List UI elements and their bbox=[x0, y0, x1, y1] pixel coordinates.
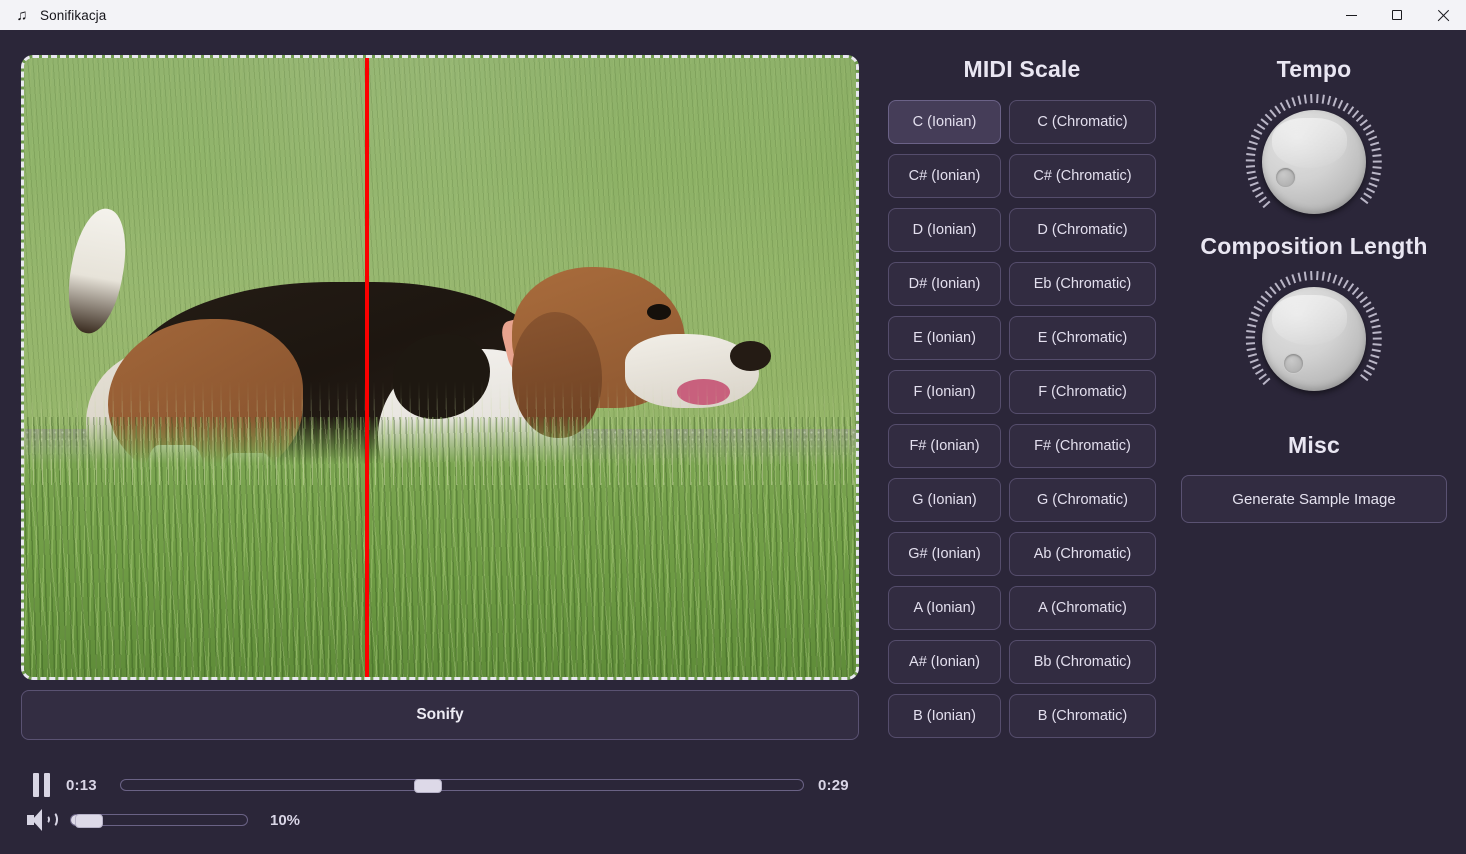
transport-bar: 0:13 0:29 10% bbox=[24, 768, 859, 838]
generate-sample-image-button[interactable]: Generate Sample Image bbox=[1181, 475, 1447, 523]
scale-button-e-ionian[interactable]: E (Ionian) bbox=[888, 316, 1001, 360]
progress-track bbox=[120, 779, 804, 793]
minimize-icon bbox=[1345, 14, 1357, 16]
window-controls bbox=[1328, 0, 1466, 30]
playback-row: 0:13 0:29 bbox=[24, 768, 859, 802]
window-title: Sonifikacja bbox=[40, 7, 107, 23]
scale-button-c-ionian[interactable]: C (Ionian) bbox=[888, 100, 1001, 144]
scale-button-e-chromatic[interactable]: E (Chromatic) bbox=[1009, 316, 1156, 360]
scale-button-f-chromatic[interactable]: F (Chromatic) bbox=[1009, 370, 1156, 414]
volume-row: 10% bbox=[24, 802, 859, 838]
composition-length-knob[interactable] bbox=[1234, 268, 1394, 410]
tempo-knob-indicator bbox=[1275, 166, 1297, 188]
scale-button-eb-chromatic[interactable]: Eb (Chromatic) bbox=[1009, 262, 1156, 306]
scale-button-a-chromatic[interactable]: A (Chromatic) bbox=[1009, 586, 1156, 630]
tempo-knob-body bbox=[1262, 110, 1366, 214]
image-foreground-grass bbox=[24, 417, 856, 677]
music-note-icon: ♫ bbox=[16, 6, 28, 24]
scale-button-c-chromatic[interactable]: C (Chromatic) bbox=[1009, 100, 1156, 144]
speaker-icon bbox=[27, 808, 58, 832]
maximize-button[interactable] bbox=[1374, 0, 1420, 30]
composition-length-title: Composition Length bbox=[1200, 233, 1428, 259]
misc-title: Misc bbox=[1288, 432, 1340, 458]
scale-button-f-chromatic[interactable]: F# (Chromatic) bbox=[1009, 424, 1156, 468]
mute-button[interactable] bbox=[24, 805, 58, 835]
progress-thumb[interactable] bbox=[413, 779, 442, 793]
playhead-line bbox=[365, 58, 370, 677]
sonify-button[interactable]: Sonify bbox=[21, 690, 859, 740]
sonification-image-canvas[interactable] bbox=[21, 55, 859, 680]
progress-slider[interactable] bbox=[120, 778, 804, 793]
scale-button-c-ionian[interactable]: C# (Ionian) bbox=[888, 154, 1001, 198]
controls-panel: Tempo Composition Length Misc Generate S… bbox=[1172, 56, 1456, 523]
tempo-knob[interactable] bbox=[1234, 91, 1394, 233]
midi-scale-grid: C (Ionian) C (Chromatic) C# (Ionian) C# (Ch… bbox=[888, 100, 1156, 738]
volume-thumb[interactable] bbox=[74, 814, 103, 828]
volume-label: 10% bbox=[270, 811, 301, 829]
dog-eye bbox=[647, 304, 672, 320]
current-time-label: 0:13 bbox=[66, 776, 97, 794]
scale-button-ab-chromatic[interactable]: Ab (Chromatic) bbox=[1009, 532, 1156, 576]
scale-button-g-chromatic[interactable]: G (Chromatic) bbox=[1009, 478, 1156, 522]
scale-button-a-ionian[interactable]: A# (Ionian) bbox=[888, 640, 1001, 684]
volume-slider[interactable] bbox=[70, 813, 248, 828]
midi-scale-title: MIDI Scale bbox=[963, 56, 1081, 82]
pause-button[interactable] bbox=[24, 770, 58, 800]
composition-length-knob-body bbox=[1262, 287, 1366, 391]
scale-button-d-ionian[interactable]: D (Ionian) bbox=[888, 208, 1001, 252]
scale-button-f-ionian[interactable]: F# (Ionian) bbox=[888, 424, 1001, 468]
scale-button-a-ionian[interactable]: A (Ionian) bbox=[888, 586, 1001, 630]
total-time-label: 0:29 bbox=[818, 776, 849, 794]
app-window: ♫ Sonifikacja Sonify 0:13 0:29 10% MIDI … bbox=[0, 0, 1466, 854]
scale-button-d-ionian[interactable]: D# (Ionian) bbox=[888, 262, 1001, 306]
scale-button-b-ionian[interactable]: B (Ionian) bbox=[888, 694, 1001, 738]
source-image bbox=[24, 58, 856, 677]
volume-track bbox=[70, 814, 248, 828]
scale-button-b-chromatic[interactable]: B (Chromatic) bbox=[1009, 694, 1156, 738]
close-icon bbox=[1437, 9, 1450, 22]
scale-button-g-ionian[interactable]: G (Ionian) bbox=[888, 478, 1001, 522]
close-button[interactable] bbox=[1420, 0, 1466, 30]
scale-button-g-ionian[interactable]: G# (Ionian) bbox=[888, 532, 1001, 576]
midi-scale-panel: MIDI Scale C (Ionian) C (Chromatic) C# (Io… bbox=[888, 56, 1156, 738]
pause-icon bbox=[32, 773, 50, 797]
dog-nose bbox=[729, 341, 771, 372]
title-bar: ♫ Sonifikacja bbox=[0, 0, 1466, 30]
composition-length-knob-indicator bbox=[1282, 353, 1304, 374]
scale-button-bb-chromatic[interactable]: Bb (Chromatic) bbox=[1009, 640, 1156, 684]
minimize-button[interactable] bbox=[1328, 0, 1374, 30]
maximize-icon bbox=[1392, 10, 1402, 20]
scale-button-c-chromatic[interactable]: C# (Chromatic) bbox=[1009, 154, 1156, 198]
scale-button-d-chromatic[interactable]: D (Chromatic) bbox=[1009, 208, 1156, 252]
tempo-title: Tempo bbox=[1276, 56, 1352, 82]
scale-button-f-ionian[interactable]: F (Ionian) bbox=[888, 370, 1001, 414]
